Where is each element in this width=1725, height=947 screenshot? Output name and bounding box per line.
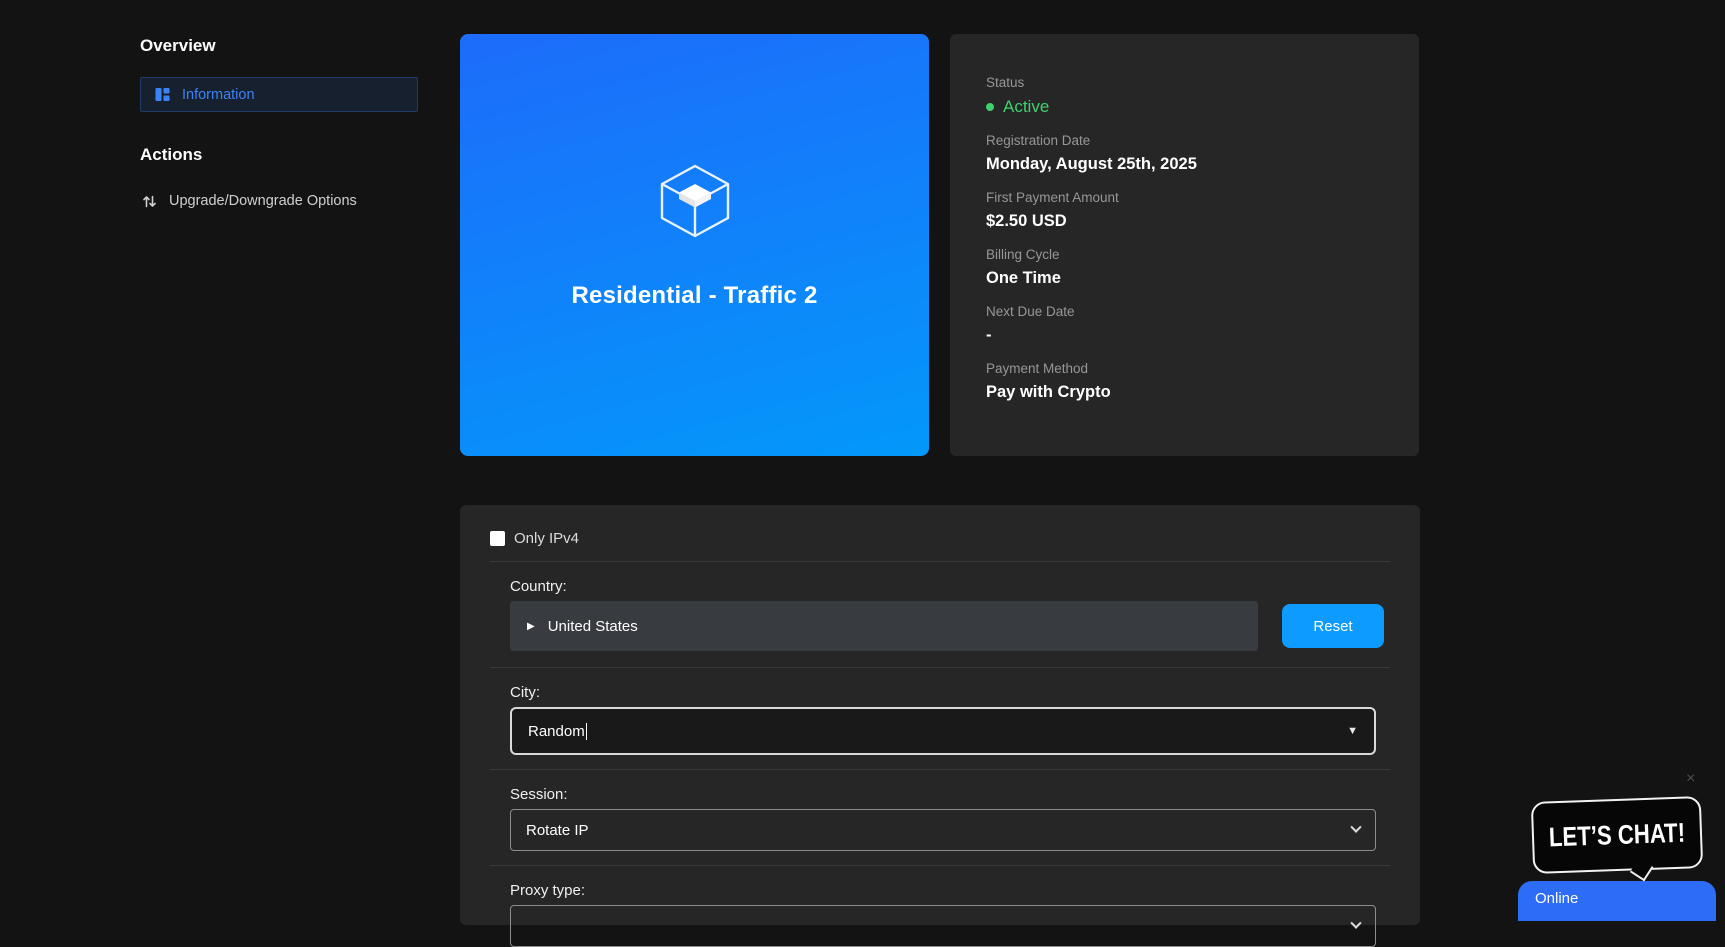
country-row: ▶ United States Reset [510, 601, 1390, 651]
detail-registration-date: Registration Date Monday, August 25th, 2… [986, 133, 1383, 174]
detail-label: Status [986, 75, 1383, 90]
sidebar-item-information[interactable]: Information [140, 77, 418, 112]
detail-value: Monday, August 25th, 2025 [986, 155, 1383, 174]
proxy-type-label: Proxy type: [510, 882, 1390, 899]
service-details-panel: Status Active Registration Date Monday, … [950, 34, 1419, 456]
detail-status: Status Active [986, 75, 1383, 117]
proxy-settings-panel: Only IPv4 Country: ▶ United States Reset… [460, 505, 1420, 925]
chat-bubble-text: LET’S CHAT! [1548, 817, 1685, 853]
country-label: Country: [510, 578, 1390, 595]
status-badge: Active [986, 97, 1383, 117]
sidebar-item-upgrade-downgrade[interactable]: Upgrade/Downgrade Options [140, 193, 418, 209]
detail-label: First Payment Amount [986, 190, 1383, 205]
country-select[interactable]: ▶ United States [510, 601, 1258, 651]
city-field-group: City: Random ▼ [490, 668, 1390, 755]
actions-heading: Actions [140, 145, 418, 165]
only-ipv4-label: Only IPv4 [514, 530, 579, 547]
sidebar: Overview Information Actions Upgrade/Dow… [140, 36, 418, 209]
cube-icon [652, 158, 738, 249]
action-item-label: Upgrade/Downgrade Options [169, 193, 357, 209]
triangle-right-icon: ▶ [527, 621, 535, 632]
detail-value: Pay with Crypto [986, 383, 1383, 402]
detail-payment-method: Payment Method Pay with Crypto [986, 361, 1383, 402]
overview-heading: Overview [140, 36, 418, 56]
city-input[interactable]: Random ▼ [510, 707, 1376, 755]
sort-arrows-icon [142, 194, 157, 209]
session-selected-value: Rotate IP [526, 822, 589, 839]
status-text: Active [1003, 97, 1049, 117]
chat-status-text: Online [1535, 890, 1578, 907]
proxy-type-select[interactable] [510, 905, 1376, 947]
product-title: Residential - Traffic 2 [571, 282, 817, 310]
city-label: City: [510, 684, 1390, 701]
sidebar-item-label: Information [182, 87, 255, 103]
detail-label: Registration Date [986, 133, 1383, 148]
reset-button[interactable]: Reset [1282, 604, 1384, 648]
proxy-type-field-group: Proxy type: [490, 866, 1390, 947]
chevron-down-icon [1350, 822, 1361, 833]
detail-value: - [986, 326, 1383, 345]
text-cursor [586, 723, 587, 740]
product-card: Residential - Traffic 2 [460, 34, 929, 456]
detail-label: Next Due Date [986, 304, 1383, 319]
detail-value: $2.50 USD [986, 212, 1383, 231]
detail-billing-cycle: Billing Cycle One Time [986, 247, 1383, 288]
country-selected-value: United States [548, 618, 638, 635]
session-field-group: Session: Rotate IP [490, 770, 1390, 851]
detail-label: Billing Cycle [986, 247, 1383, 262]
session-select[interactable]: Rotate IP [510, 809, 1376, 851]
detail-first-payment: First Payment Amount $2.50 USD [986, 190, 1383, 231]
chat-panel[interactable]: Online [1518, 881, 1716, 921]
chat-bubble-tail [1630, 858, 1654, 882]
detail-label: Payment Method [986, 361, 1383, 376]
chevron-down-icon [1350, 918, 1361, 929]
detail-value: One Time [986, 269, 1383, 288]
city-input-value: Random [528, 723, 585, 740]
only-ipv4-checkbox[interactable] [490, 531, 505, 546]
dropdown-arrow-icon[interactable]: ▼ [1347, 725, 1358, 737]
status-dot-icon [986, 103, 994, 111]
columns-icon [155, 87, 170, 102]
session-label: Session: [510, 786, 1390, 803]
country-field-group: Country: ▶ United States Reset [490, 562, 1390, 651]
detail-next-due-date: Next Due Date - [986, 304, 1383, 345]
chat-bubble[interactable]: LET’S CHAT! [1531, 796, 1703, 874]
only-ipv4-row: Only IPv4 [490, 529, 1390, 547]
chat-close-icon[interactable]: × [1686, 770, 1695, 788]
